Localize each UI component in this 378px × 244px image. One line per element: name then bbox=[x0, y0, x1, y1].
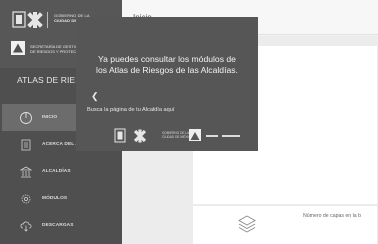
footer-divider bbox=[222, 135, 240, 137]
chevron-left-icon[interactable]: ❮ bbox=[91, 91, 99, 102]
banner-headline: Ya puedes consultar los módulos de los A… bbox=[76, 54, 258, 76]
triangle-logo-icon bbox=[189, 129, 201, 141]
headline-line-2: los Atlas de Riesgos de las Alcaldías. bbox=[96, 65, 238, 75]
banner-cta-link[interactable]: Busca la página de tu Alcaldía aquí bbox=[87, 107, 174, 113]
sidebar-item-label: INICIO bbox=[42, 115, 58, 120]
document-icon bbox=[18, 137, 34, 153]
sidebar-item-modulos[interactable]: MÓDULOS bbox=[0, 185, 122, 212]
banner-footer-logos: GOBIERNO DE LA CIUDAD DE MÉXICO bbox=[112, 128, 252, 144]
sidebar-item-label: DESCARGAS bbox=[42, 223, 74, 228]
building-icon bbox=[18, 164, 34, 180]
power-icon bbox=[18, 110, 34, 126]
layers-icon bbox=[238, 215, 256, 233]
layers-card: Número de capas en la b bbox=[193, 206, 377, 244]
sidebar-item-label: MÓDULOS bbox=[42, 196, 68, 201]
logo-divider bbox=[47, 12, 48, 28]
coat-of-arms-icon bbox=[12, 11, 43, 28]
coat-of-arms-icon bbox=[114, 128, 147, 143]
sidebar-item-descargas[interactable]: DESCARGAS bbox=[0, 212, 122, 239]
footer-divider bbox=[206, 135, 218, 137]
gear-icon bbox=[18, 191, 34, 207]
triangle-logo-icon bbox=[11, 41, 25, 55]
layers-count-label: Número de capas en la b bbox=[303, 213, 361, 219]
cloud-download-icon bbox=[18, 218, 34, 234]
sidebar-item-label: ALCALDÍAS bbox=[42, 169, 71, 174]
carousel-banner[interactable]: Ya puedes consultar los módulos de los A… bbox=[76, 17, 258, 151]
sidebar-item-alcaldias[interactable]: ALCALDÍAS bbox=[0, 158, 122, 185]
headline-line-1: Ya puedes consultar los módulos de bbox=[98, 54, 236, 64]
